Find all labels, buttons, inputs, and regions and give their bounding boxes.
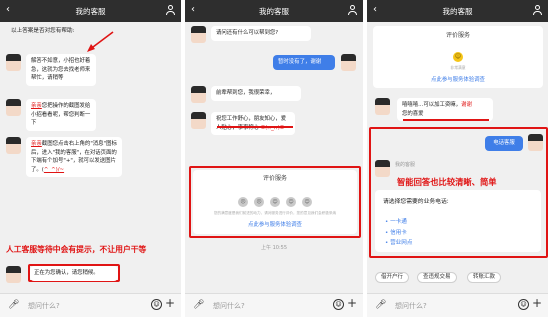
input-bar: 🎤︎ 想问什么? ☺ +: [0, 293, 181, 317]
user-avatar: [528, 134, 543, 151]
chat-message: 正在为您确认，请您稍候。: [30, 266, 118, 281]
red-underline: [217, 126, 293, 128]
mic-icon[interactable]: 🎤︎: [375, 300, 386, 310]
annotation-text: 智能回答也比较清晰、简单: [397, 177, 497, 187]
quick-reply-button[interactable]: 查违规交易: [417, 272, 457, 283]
page-title: 我的客服: [75, 7, 106, 16]
mic-icon[interactable]: 🎤︎: [193, 300, 204, 310]
message-input[interactable]: 想问什么?: [387, 298, 510, 314]
avatar: [6, 137, 21, 154]
app-header: ‹ 我的客服: [0, 0, 181, 22]
chat-message: 嘻嘻嘻...可以加工资嘛，谢谢 您的喜爱: [397, 98, 493, 122]
red-arrow-annotation: [87, 31, 114, 52]
page-title: 我的客服: [259, 7, 289, 16]
chat-message: 请问还有什么可以帮到您?: [211, 26, 311, 41]
screenshot-collage: ‹ 我的客服 以上答案是否对您有帮助: 解答不如意，小招也好着急，这就为您去找老…: [0, 0, 550, 317]
survey-link[interactable]: 点此参与服务体验调查: [193, 220, 357, 228]
avatar: [375, 160, 390, 177]
rating-selected: ☺: [373, 43, 543, 62]
chat-message: 亲亲您把操作的截图发给小招看看呢，帮您判断一下: [26, 99, 96, 131]
option-item[interactable]: • 一卡通: [385, 217, 412, 228]
rating-title: 评价服务: [262, 175, 287, 182]
options-card: 请选择您需要的业务电话: • 一卡通 • 信用卡 • 营业网点: [375, 190, 541, 252]
mic-icon[interactable]: 🎤︎: [8, 300, 19, 310]
rating-card: 评价服务 ☹ ☹ ☺ ☺ ☺ 您的满意度是我们前进的动力，请对服务进行评价，您的意见我们…: [193, 170, 357, 234]
face-rating-icon[interactable]: ☺: [302, 197, 312, 207]
rating-result: 非常满意: [450, 65, 466, 70]
chat-message: 祝您工作舒心，朋友知心，爱人贴心，事事称心 O(∩_∩)O~: [211, 112, 295, 136]
avatar: [375, 98, 390, 115]
options-list: • 一卡通 • 信用卡 • 营业网点: [385, 217, 412, 249]
emoji-icon[interactable]: ☺: [151, 299, 162, 310]
user-avatar: [341, 54, 356, 71]
message-input[interactable]: 想问什么?: [205, 298, 325, 314]
phone-screen-2: ‹ 我的客服 请问还有什么可以帮到您? 暂时没有了，谢谢 前辈帮到您，我很荣幸，…: [185, 0, 365, 317]
face-rating-icon: ☺: [453, 52, 463, 62]
phone-screen-3: ‹ 我的客服 评价服务 ☺ 非常满意 点此参与服务体验调查 嘻嘻嘻...可以加工…: [367, 0, 550, 317]
user-icon[interactable]: [348, 5, 357, 16]
survey-link[interactable]: 点此参与服务体验调查: [373, 75, 543, 83]
user-icon[interactable]: [533, 5, 542, 16]
underlined-word: 亲亲: [31, 103, 42, 109]
plus-icon[interactable]: +: [347, 296, 357, 310]
quick-reply-button[interactable]: 转账汇款: [467, 272, 502, 283]
chat-message: 解答不如意，小招也好着急，这就为您去找老师来帮忙，请稍等: [26, 54, 96, 86]
rating-title: 评价服务: [445, 32, 470, 39]
timestamp: 上午 10:55: [261, 245, 287, 251]
avatar: [191, 112, 206, 129]
face-rating-icon[interactable]: ☹: [238, 197, 248, 207]
input-bar: 🎤︎ 想问什么? ☺ +: [367, 293, 548, 317]
app-header: ‹ 我的客服: [185, 0, 363, 22]
sender-name: 我的客服: [395, 162, 416, 168]
avatar: [191, 26, 206, 43]
emoji-icon[interactable]: ☺: [333, 299, 344, 310]
rating-description: 您的满意度是我们前进的动力，请对服务进行评价，您的意见我们会积极采纳: [213, 211, 337, 215]
phone-screen-1: ‹ 我的客服 以上答案是否对您有帮助: 解答不如意，小招也好着急，这就为您去找老…: [0, 0, 183, 317]
input-bar: 🎤︎ 想问什么? ☺ +: [185, 293, 363, 317]
emoji-icon[interactable]: ☺: [518, 299, 529, 310]
avatar: [191, 86, 206, 103]
plus-icon[interactable]: +: [532, 296, 542, 310]
avatar: [6, 99, 21, 116]
rating-card: 评价服务 ☺ 非常满意 点此参与服务体验调查: [373, 26, 543, 88]
red-underline: [403, 119, 489, 121]
page-title: 我的客服: [442, 7, 473, 16]
chat-message: 前辈帮到您，我很荣幸，: [211, 86, 301, 101]
avatar: [6, 54, 21, 71]
app-header: ‹ 我的客服: [367, 0, 548, 22]
plus-icon[interactable]: +: [165, 296, 175, 310]
user-message: 暂时没有了，谢谢: [273, 55, 335, 70]
option-item[interactable]: • 信用卡: [385, 228, 412, 239]
underlined-word: 亲亲: [31, 141, 42, 147]
face-rating-icon[interactable]: ☺: [270, 197, 280, 207]
chat-message: 亲亲截图您点击右上角的"消息"图标后，进入"我的客服"，在对话页面的下端有个加号…: [26, 137, 122, 178]
face-rating-icon[interactable]: ☹: [254, 197, 264, 207]
option-item[interactable]: • 营业网点: [385, 238, 412, 249]
annotation-text: 人工客服等待中会有提示，不让用户干等: [6, 245, 147, 254]
avatar: [6, 266, 21, 283]
face-rating-icon[interactable]: ☺: [286, 197, 296, 207]
options-prompt: 请选择您需要的业务电话:: [383, 199, 449, 205]
user-icon[interactable]: [166, 5, 175, 16]
message-input[interactable]: 想问什么?: [20, 298, 143, 314]
user-message: 电话客服: [485, 136, 523, 151]
rating-faces: ☹ ☹ ☺ ☺ ☺: [193, 188, 357, 207]
quick-reply-button[interactable]: 借开户行: [375, 272, 410, 283]
